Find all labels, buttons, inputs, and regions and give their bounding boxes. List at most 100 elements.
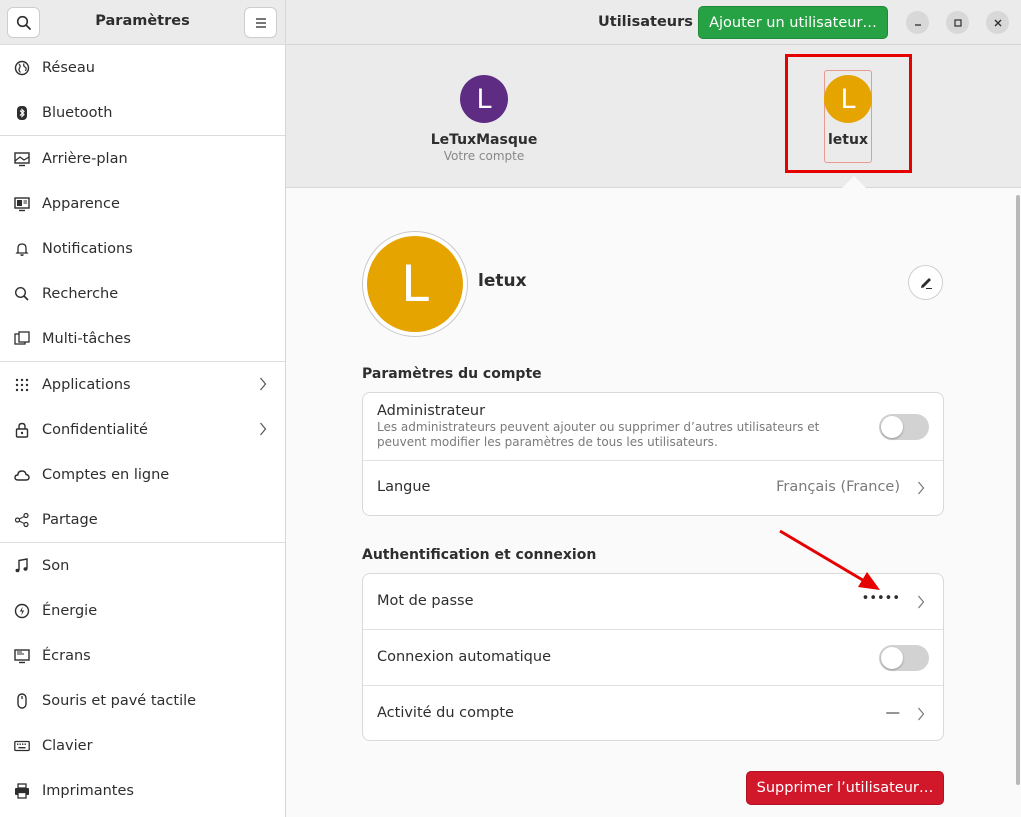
- sidebar-item-label: Confidentialité: [42, 421, 148, 438]
- sidebar-item-printers[interactable]: Imprimantes: [0, 768, 285, 813]
- sidebar-item-label: Applications: [42, 376, 131, 393]
- auth-group: Mot de passe ••••• Connexion automatique…: [362, 573, 944, 741]
- bluetooth-icon: [14, 105, 30, 121]
- sidebar-title: Paramètres: [95, 13, 190, 29]
- sidebar-list: Réseau Bluetooth Arrière-plan Apparence …: [0, 45, 285, 813]
- printer-icon: [14, 782, 30, 799]
- sidebar-item-appearance[interactable]: Apparence: [0, 181, 285, 226]
- sidebar-item-displays[interactable]: Écrans: [0, 633, 285, 678]
- display-icon: [14, 648, 30, 664]
- row-account-activity[interactable]: Activité du compte —: [363, 686, 943, 740]
- maximize-icon: [953, 18, 962, 27]
- row-language[interactable]: Langue Français (France): [363, 461, 943, 515]
- row-password[interactable]: Mot de passe •••••: [363, 574, 943, 630]
- sidebar-item-label: Partage: [42, 511, 98, 528]
- sidebar-item-label: Recherche: [42, 285, 119, 302]
- main-menu-button[interactable]: [244, 7, 277, 38]
- chevron-right-icon: [259, 377, 267, 395]
- pencil-icon: [920, 277, 932, 289]
- lock-icon: [14, 422, 30, 438]
- close-icon: [994, 19, 1001, 26]
- avatar: L: [460, 75, 508, 123]
- autologin-label: Connexion automatique: [377, 649, 551, 665]
- user-carousel: L LeTuxMasque Votre compte L letux: [286, 45, 1021, 189]
- sidebar-item-privacy[interactable]: Confidentialité: [0, 407, 285, 452]
- toggle-knob: [881, 647, 903, 669]
- sidebar-item-sound[interactable]: Son: [0, 543, 285, 588]
- delete-user-button[interactable]: Supprimer l’utilisateur…: [746, 771, 944, 805]
- administrator-toggle[interactable]: [879, 414, 929, 440]
- language-label: Langue: [377, 479, 431, 495]
- row-autologin[interactable]: Connexion automatique: [363, 630, 943, 686]
- sidebar-item-online-accounts[interactable]: Comptes en ligne: [0, 452, 285, 497]
- share-icon: [14, 512, 30, 528]
- user-details-panel: L letux Paramètres du compte Administrat…: [286, 188, 1021, 817]
- user-card-letuxmasque[interactable]: L LeTuxMasque Votre compte: [431, 75, 537, 163]
- account-activity-value: —: [885, 705, 901, 721]
- language-value: Français (France): [776, 479, 900, 495]
- sidebar-item-bluetooth[interactable]: Bluetooth: [0, 90, 285, 135]
- close-button[interactable]: [986, 11, 1009, 34]
- toggle-knob: [881, 416, 903, 438]
- chevron-right-icon: [917, 481, 925, 499]
- sidebar-item-search[interactable]: Recherche: [0, 271, 285, 316]
- maximize-button[interactable]: [946, 11, 969, 34]
- sidebar-item-label: Clavier: [42, 737, 93, 754]
- hamburger-icon: [255, 17, 266, 28]
- sidebar-item-label: Multi-tâches: [42, 330, 131, 347]
- sidebar-item-power[interactable]: Énergie: [0, 588, 285, 633]
- chevron-right-icon: [917, 595, 925, 613]
- sidebar-item-notifications[interactable]: Notifications: [0, 226, 285, 271]
- bell-icon: [14, 241, 30, 257]
- sidebar-item-label: Son: [42, 557, 70, 574]
- sidebar-item-label: Bluetooth: [42, 104, 113, 121]
- sidebar: Paramètres Réseau Bluetooth Arrière-plan…: [0, 0, 286, 817]
- annotation-highlight-box: [785, 54, 912, 173]
- network-icon: [14, 60, 30, 76]
- sidebar-item-network[interactable]: Réseau: [0, 45, 285, 90]
- sidebar-item-background[interactable]: Arrière-plan: [0, 136, 285, 181]
- profile-name: letux: [478, 271, 527, 291]
- keyboard-icon: [14, 738, 30, 754]
- sidebar-item-label: Énergie: [42, 602, 98, 619]
- sidebar-header: Paramètres: [0, 0, 285, 45]
- section-title-auth: Authentification et connexion: [362, 547, 597, 563]
- grid-icon: [14, 377, 30, 393]
- autologin-toggle[interactable]: [879, 645, 929, 671]
- account-activity-label: Activité du compte: [377, 705, 514, 721]
- password-label: Mot de passe: [377, 593, 474, 609]
- search-icon: [14, 286, 30, 302]
- background-icon: [14, 151, 30, 167]
- edit-name-button[interactable]: [908, 265, 943, 300]
- profile-avatar: L: [367, 236, 463, 332]
- cloud-icon: [14, 467, 30, 483]
- scrollbar[interactable]: [1016, 195, 1020, 785]
- chevron-right-icon: [259, 422, 267, 440]
- minimize-button[interactable]: [906, 11, 929, 34]
- appearance-icon: [14, 196, 30, 212]
- add-user-label: Ajouter un utilisateur…: [709, 14, 877, 31]
- sidebar-item-label: Arrière-plan: [42, 150, 128, 167]
- music-note-icon: [14, 557, 30, 574]
- account-settings-group: Administrateur Les administrateurs peuve…: [362, 392, 944, 516]
- sidebar-item-label: Écrans: [42, 647, 91, 664]
- power-icon: [14, 603, 30, 619]
- profile-avatar-button[interactable]: L: [362, 231, 468, 337]
- sidebar-item-mouse-touchpad[interactable]: Souris et pavé tactile: [0, 678, 285, 723]
- minimize-icon: [914, 23, 921, 26]
- sidebar-item-label: Apparence: [42, 195, 120, 212]
- sidebar-item-sharing[interactable]: Partage: [0, 497, 285, 542]
- row-administrator[interactable]: Administrateur Les administrateurs peuve…: [363, 393, 943, 461]
- sidebar-item-label: Souris et pavé tactile: [42, 692, 197, 709]
- administrator-label: Administrateur: [377, 403, 486, 419]
- sidebar-item-label: Imprimantes: [42, 782, 134, 799]
- sidebar-item-multitasking[interactable]: Multi-tâches: [0, 316, 285, 361]
- chevron-right-icon: [917, 707, 925, 725]
- user-subtitle: Votre compte: [443, 149, 525, 163]
- sidebar-item-keyboard[interactable]: Clavier: [0, 723, 285, 768]
- sidebar-item-label: Comptes en ligne: [42, 466, 170, 483]
- add-user-button[interactable]: Ajouter un utilisateur…: [698, 6, 888, 39]
- delete-user-label: Supprimer l’utilisateur…: [756, 780, 934, 796]
- sidebar-item-applications[interactable]: Applications: [0, 362, 285, 407]
- mouse-icon: [14, 692, 30, 709]
